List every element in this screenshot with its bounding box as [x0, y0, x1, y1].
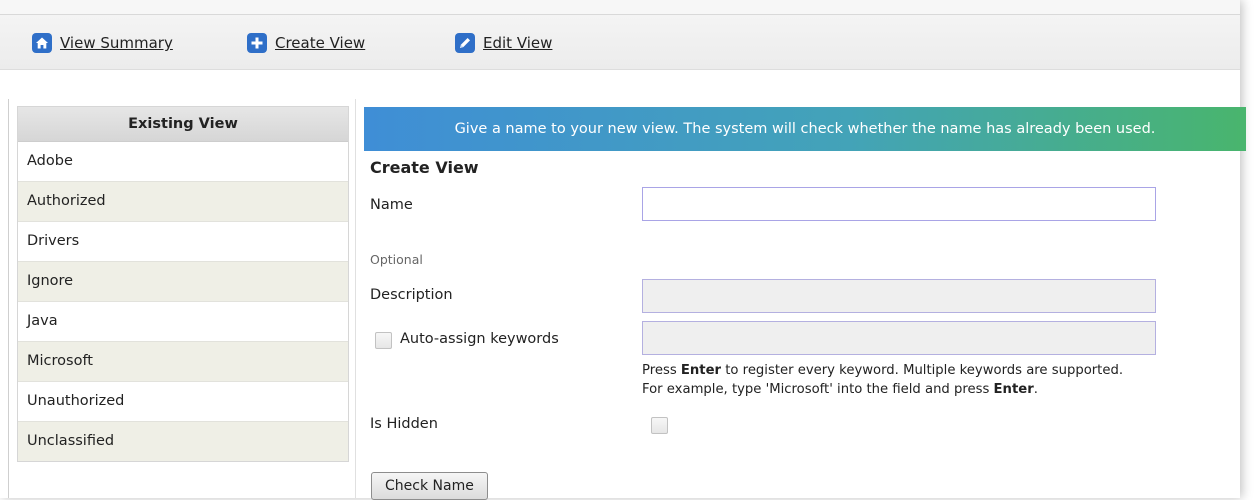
edit-view-link[interactable]: Edit View [455, 32, 552, 54]
list-item-authorized[interactable]: Authorized [18, 182, 348, 222]
hint-line-2-suffix: . [1033, 382, 1038, 397]
name-input[interactable] [642, 187, 1156, 221]
name-label: Name [370, 197, 413, 213]
form-title: Create View [370, 158, 479, 177]
toolbar: View Summary Create View Edit View [0, 15, 1240, 70]
view-summary-link[interactable]: View Summary [32, 32, 173, 54]
app-window: View Summary Create View Edit View Exist… [0, 0, 1246, 500]
create-view-label: Create View [275, 34, 366, 52]
list-item-drivers[interactable]: Drivers [18, 222, 348, 262]
window-top-edge [0, 0, 1240, 15]
hint-line-1-key: Enter [680, 363, 722, 378]
edit-view-label: Edit View [483, 34, 553, 52]
list-item-ignore[interactable]: Ignore [18, 262, 348, 302]
hint-line-2-key: Enter [993, 382, 1034, 397]
auto-assign-label: Auto-assign keywords [400, 331, 559, 347]
view-summary-label: View Summary [60, 34, 173, 52]
auto-assign-checkbox[interactable] [375, 332, 392, 349]
list-item-unauthorized[interactable]: Unauthorized [18, 382, 348, 422]
hint-line-1-suffix: to register every keyword. Multiple keyw… [721, 363, 1124, 378]
info-banner: Give a name to your new view. The system… [364, 107, 1246, 151]
keywords-input[interactable] [642, 321, 1156, 355]
list-item-adobe[interactable]: Adobe [18, 142, 348, 182]
existing-view-list: Existing View Adobe Authorized Drivers I… [17, 106, 349, 462]
create-view-link[interactable]: Create View [247, 32, 365, 54]
existing-view-header: Existing View [18, 107, 348, 142]
list-item-unclassified[interactable]: Unclassified [18, 422, 348, 461]
check-name-button[interactable]: Check Name [371, 472, 488, 500]
list-item-java[interactable]: Java [18, 302, 348, 342]
optional-label: Optional [370, 252, 423, 267]
hint-line-1-prefix: Press [642, 363, 681, 378]
description-input[interactable] [642, 279, 1156, 313]
hint-line-1: Press Enter to register every keyword. M… [642, 361, 1123, 380]
content-left-border [8, 99, 9, 498]
hint-line-2-prefix: For example, type 'Microsoft' into the f… [642, 382, 994, 397]
description-label: Description [370, 287, 453, 303]
list-item-microsoft[interactable]: Microsoft [18, 342, 348, 382]
pencil-icon [455, 33, 475, 53]
plus-icon [247, 33, 267, 53]
keywords-hint: Press Enter to register every keyword. M… [642, 361, 1123, 399]
home-icon [32, 33, 52, 53]
panel-divider [355, 99, 356, 498]
is-hidden-label: Is Hidden [370, 416, 438, 432]
hint-line-2: For example, type 'Microsoft' into the f… [642, 380, 1123, 399]
is-hidden-checkbox[interactable] [651, 417, 668, 434]
